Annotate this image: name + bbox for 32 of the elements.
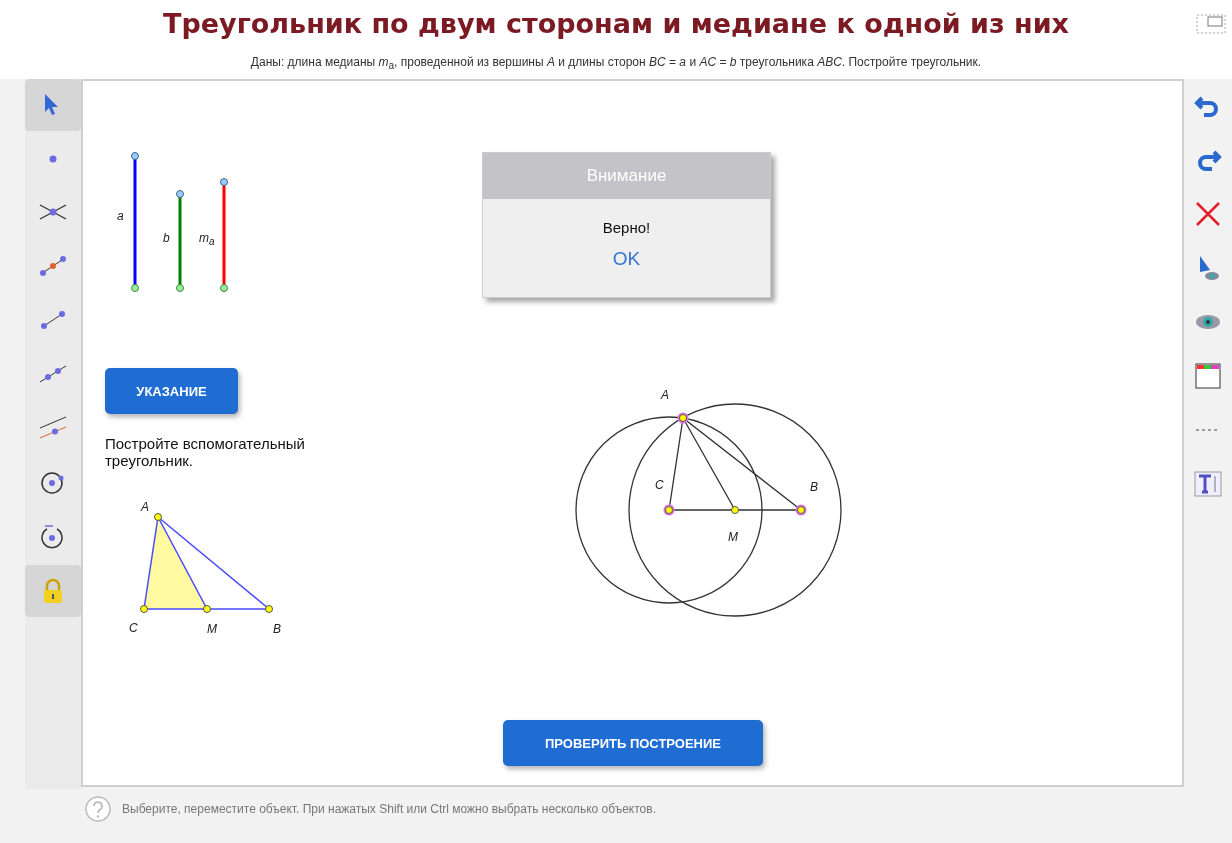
fullscreen-icon[interactable] — [1196, 14, 1226, 34]
point-icon[interactable] — [176, 190, 184, 199]
point-label: A — [661, 388, 669, 403]
move-tool[interactable] — [25, 79, 81, 132]
ok-button[interactable]: OK — [606, 248, 647, 271]
point-icon[interactable] — [220, 178, 228, 187]
hint-button[interactable]: УКАЗАНИЕ — [105, 368, 238, 415]
task-description: Даны: длина медианы m$_{a}$, проведенной из вершины A и длины сторон BC = a и AC = b треугольника ABC. Постройте треугольник. — [250, 55, 982, 72]
point-icon[interactable] — [176, 284, 184, 293]
page-title: Треугольник по двум сторонам и медиане к одной из них — [162, 8, 1070, 39]
segment-label: m$_{a}$ — [199, 231, 215, 248]
hint-text: Постройте вспомогательный треугольник. — [105, 435, 306, 470]
point-label: C — [655, 478, 664, 493]
point-icon[interactable] — [131, 284, 139, 293]
segment-label: a — [117, 209, 124, 224]
point-label: B — [273, 622, 281, 637]
check-button[interactable]: ПРОВЕРИТЬ ПОСТРОЕНИЕ — [503, 720, 763, 767]
point-label: C — [129, 621, 138, 636]
point-label: A — [141, 500, 149, 515]
text-icon — [1194, 470, 1222, 499]
segment-label: b — [163, 231, 170, 246]
point-label: B — [810, 480, 818, 495]
point-icon[interactable] — [131, 152, 139, 161]
point-icon — [49, 155, 57, 164]
help-icon[interactable] — [84, 795, 112, 824]
point-label: M — [728, 530, 738, 545]
palette-icon — [1194, 362, 1222, 391]
status-text: Выберите, переместите объект. При нажатых Shift или Ctrl можно выбрать несколько объектов. — [122, 802, 656, 817]
dialog-message: Верно! — [602, 219, 651, 237]
point-icon[interactable] — [220, 284, 228, 293]
dialog-title: Внимание — [483, 153, 770, 200]
point-label: M — [207, 622, 217, 637]
